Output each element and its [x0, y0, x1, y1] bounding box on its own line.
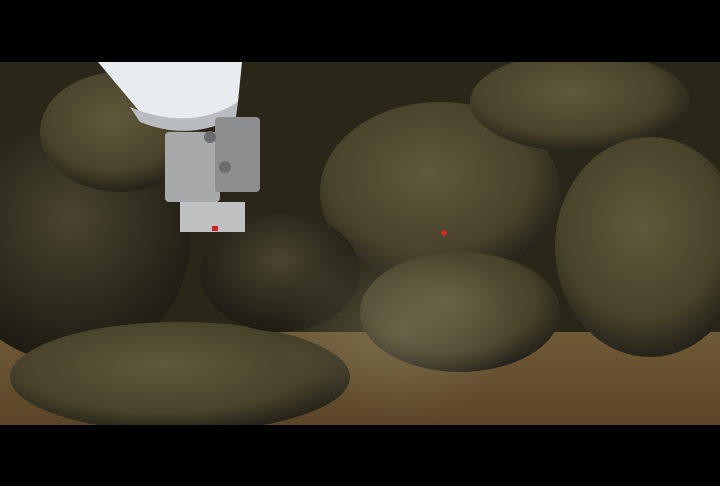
- letterbox-top: [0, 0, 720, 62]
- sediment-cloud: [280, 242, 520, 422]
- camera-view: [0, 62, 720, 425]
- seafloor-scene: [0, 62, 720, 425]
- letterbox-bottom: [0, 425, 720, 486]
- laser-dot: [441, 230, 447, 236]
